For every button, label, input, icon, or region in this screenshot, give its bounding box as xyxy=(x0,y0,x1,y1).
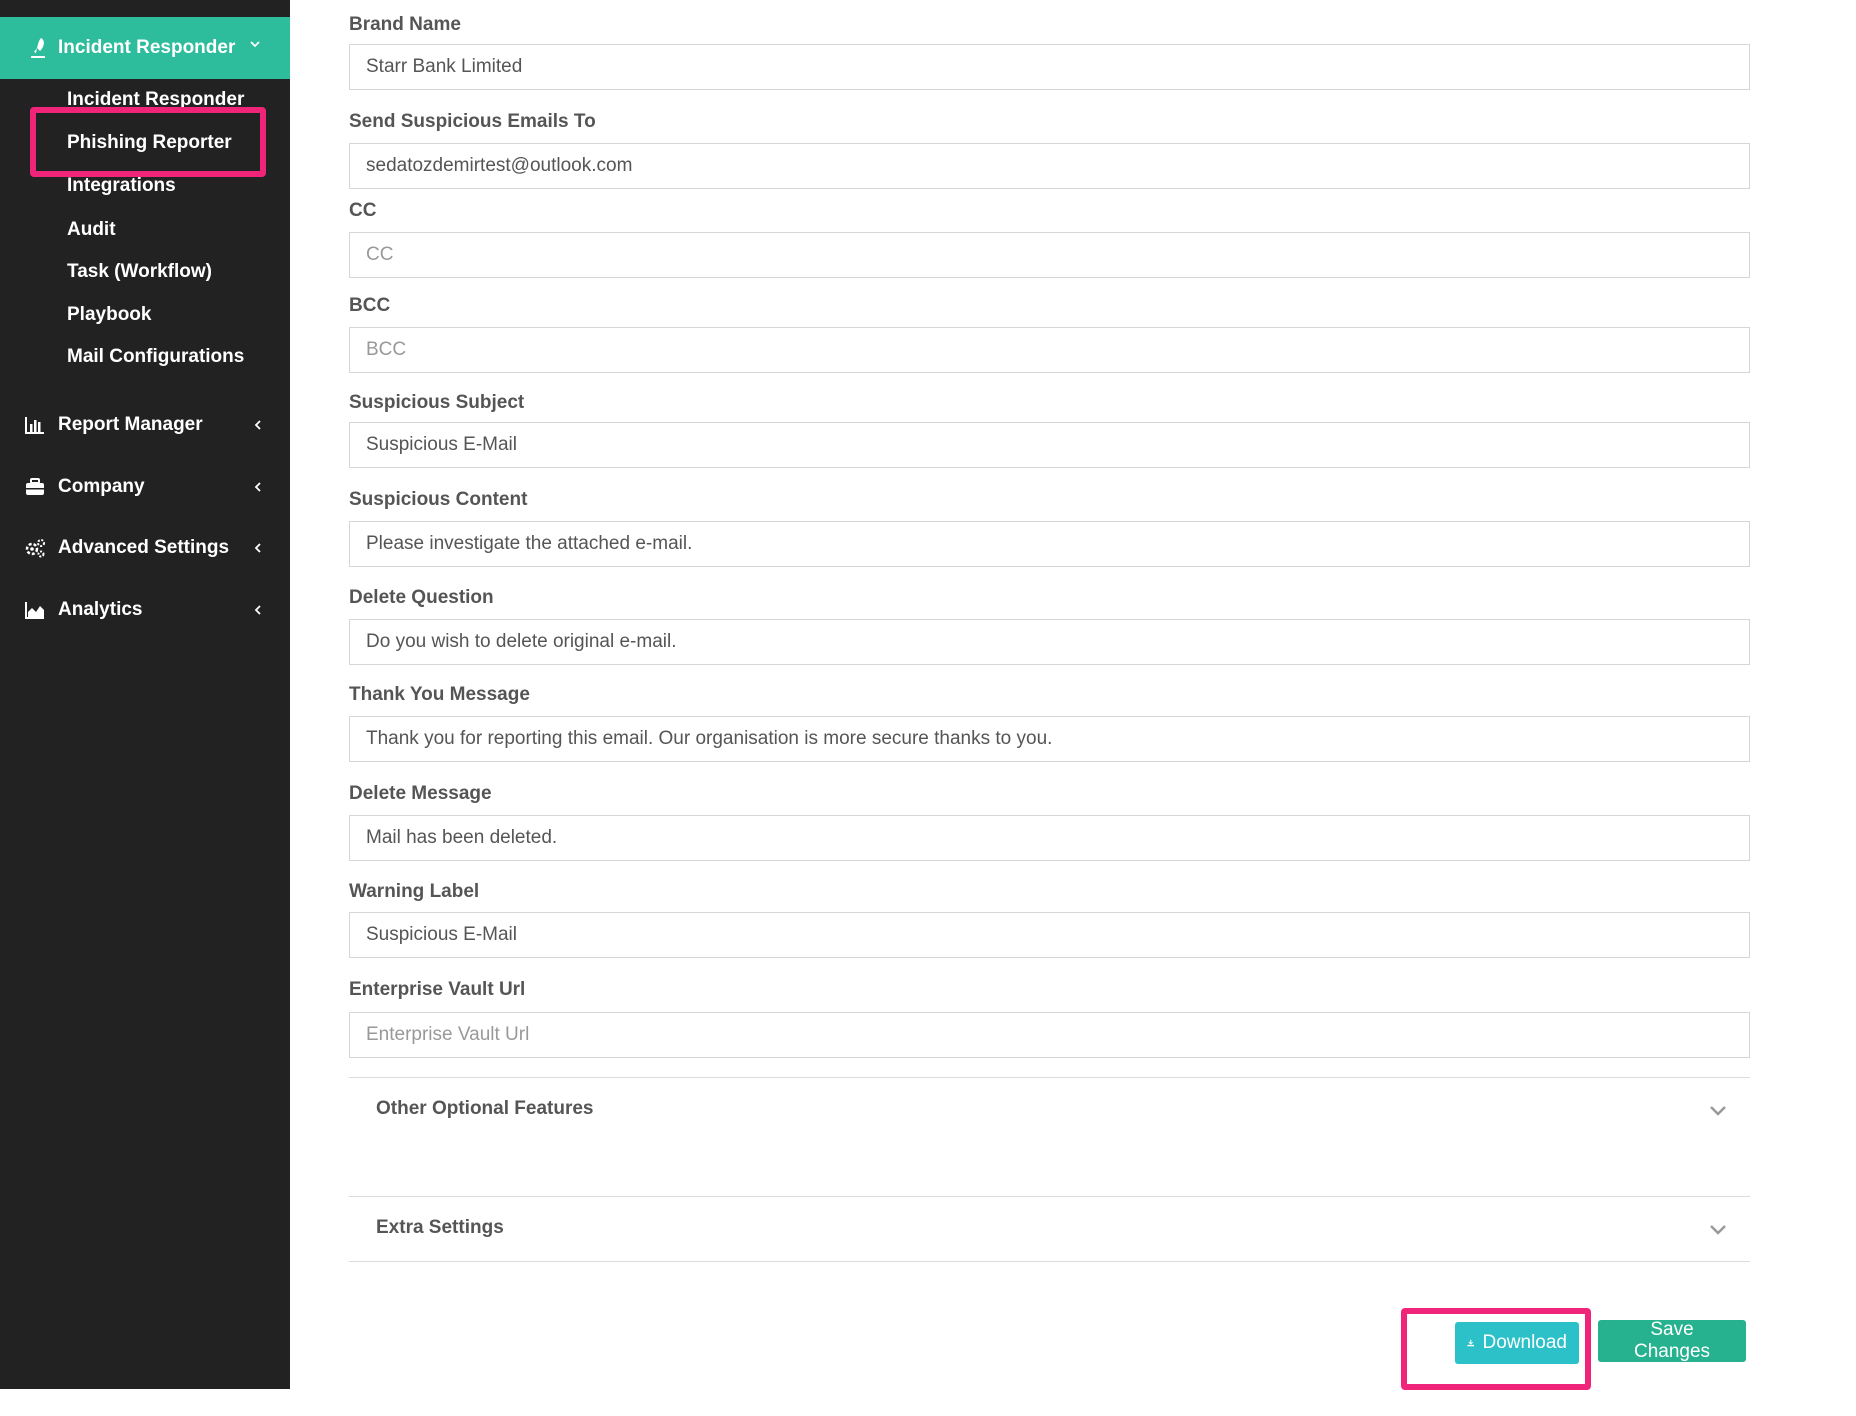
sidebar-item-task-workflow[interactable]: Task (Workflow) xyxy=(67,261,212,283)
area-chart-icon xyxy=(25,602,44,619)
bar-chart-icon xyxy=(25,417,44,434)
suspicious-content-input[interactable] xyxy=(349,521,1750,567)
annotation-highlight-box xyxy=(1401,1308,1591,1390)
delete-question-input[interactable] xyxy=(349,619,1750,665)
cc-label: CC xyxy=(349,200,377,221)
annotation-highlight-box xyxy=(30,107,266,177)
bcc-input[interactable] xyxy=(349,327,1750,373)
bcc-label: BCC xyxy=(349,295,391,316)
brand-name-input[interactable] xyxy=(349,44,1750,90)
sidebar-item-integrations[interactable]: Integrations xyxy=(67,175,176,197)
sidebar-section-incident-responder[interactable]: Incident Responder xyxy=(0,17,290,79)
sidebar-item-playbook[interactable]: Playbook xyxy=(67,304,151,326)
chevron-left-icon xyxy=(254,420,261,430)
cc-input[interactable] xyxy=(349,232,1750,278)
menu-label: Advanced Settings xyxy=(58,537,230,558)
thank-you-message-label: Thank You Message xyxy=(349,684,530,705)
sidebar-item-report-manager[interactable]: Report Manager xyxy=(0,405,290,445)
menu-label: Company xyxy=(58,476,145,497)
send-suspicious-emails-to-input[interactable] xyxy=(349,143,1750,189)
delete-question-label: Delete Question xyxy=(349,587,494,608)
warning-label-label: Warning Label xyxy=(349,881,480,902)
sidebar-item-audit[interactable]: Audit xyxy=(67,219,116,241)
delete-message-input[interactable] xyxy=(349,815,1750,861)
accordion-title: Extra Settings xyxy=(376,1217,504,1238)
chevron-left-icon xyxy=(254,543,261,553)
cogs-icon xyxy=(25,539,45,558)
suspicious-subject-label: Suspicious Subject xyxy=(349,392,525,413)
send-suspicious-emails-to-label: Send Suspicious Emails To xyxy=(349,111,596,132)
sidebar-item-advanced-settings[interactable]: Advanced Settings xyxy=(0,528,290,568)
sidebar: Incident Responder Incident Responder Ph… xyxy=(0,0,290,1389)
suspicious-subject-input[interactable] xyxy=(349,422,1750,468)
thank-you-message-input[interactable] xyxy=(349,716,1750,762)
suspicious-content-label: Suspicious Content xyxy=(349,489,528,510)
accordion-title: Other Optional Features xyxy=(376,1098,594,1119)
chevron-left-icon xyxy=(254,482,261,492)
chevron-left-icon xyxy=(254,605,261,615)
chevron-down-icon xyxy=(1710,1225,1726,1235)
sidebar-item-analytics[interactable]: Analytics xyxy=(0,590,290,630)
extra-settings-panel[interactable]: Extra Settings xyxy=(349,1196,1750,1262)
menu-label: Analytics xyxy=(58,599,143,620)
brand-name-label: Brand Name xyxy=(349,14,461,35)
other-optional-features-panel[interactable]: Other Optional Features xyxy=(349,1077,1750,1195)
sidebar-item-mail-configurations[interactable]: Mail Configurations xyxy=(67,346,244,368)
warning-label-input[interactable] xyxy=(349,912,1750,958)
briefcase-icon xyxy=(26,478,44,495)
chevron-down-icon xyxy=(1710,1106,1726,1116)
delete-message-label: Delete Message xyxy=(349,783,492,804)
menu-label: Report Manager xyxy=(58,414,203,435)
sidebar-section-label: Incident Responder xyxy=(58,37,236,58)
save-changes-button[interactable]: Save Changes xyxy=(1598,1319,1746,1362)
enterprise-vault-url-input[interactable] xyxy=(349,1012,1750,1058)
chevron-down-icon xyxy=(250,41,260,48)
sidebar-item-company[interactable]: Company xyxy=(0,467,290,507)
rocket-icon xyxy=(31,38,45,58)
enterprise-vault-url-label: Enterprise Vault Url xyxy=(349,979,526,1000)
